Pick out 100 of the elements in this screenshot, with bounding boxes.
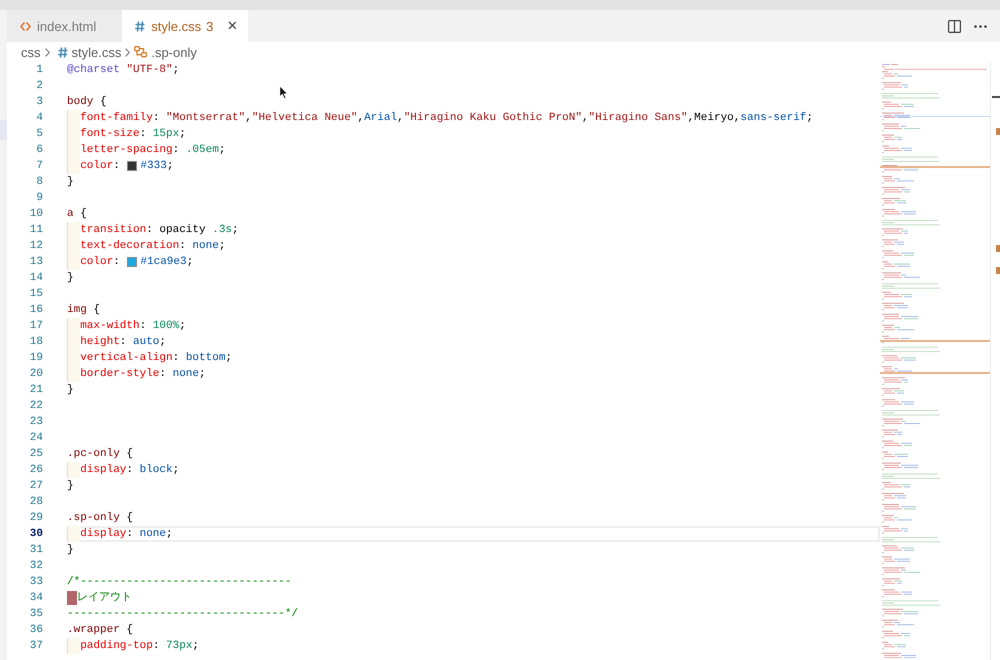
line-number: 20: [28, 367, 44, 382]
code-text: display: none;: [80, 527, 173, 542]
code-text: padding-top: 73px;: [80, 639, 200, 654]
split-editor-icon[interactable]: [948, 20, 961, 32]
indent-guide: [67, 366, 80, 382]
line-number: 2: [35, 79, 44, 94]
code-text: }: [67, 383, 74, 398]
line-number: 12: [28, 239, 44, 254]
code-text: レイアウト: [77, 590, 132, 606]
code-text: a {: [67, 207, 87, 222]
code-text: .pc-only {: [67, 447, 134, 462]
line-number: 33: [28, 575, 44, 590]
line-number: 4: [35, 111, 44, 126]
code-text: display: block;: [80, 463, 180, 478]
line-number: 25: [28, 447, 44, 462]
line-number: 30: [28, 527, 44, 542]
line-number: 1: [35, 63, 44, 78]
line-number: 37: [28, 639, 44, 654]
code-text: font-family: "Montserrat","Helvetica Neue",Arial,"Hiragino Kaku Gothic ProN","Hiragino Sans",Meiryo,sans-serif;: [80, 111, 814, 126]
code-text: letter-spacing: .05em;: [80, 143, 226, 158]
color-swatch-icon[interactable]: [127, 161, 138, 171]
code-text: border-style: none;: [80, 367, 206, 382]
position-marker-icon: [992, 96, 1000, 98]
code-text: body {: [67, 95, 107, 110]
code-text: transition: opacity .3s;: [80, 223, 239, 238]
hash-icon: [58, 46, 68, 58]
line-number: 6: [35, 143, 44, 158]
code-text: max-width: 100%;: [80, 319, 186, 334]
line-number: 28: [28, 495, 44, 510]
breadcrumb-item[interactable]: .sp-only: [151, 44, 197, 60]
tab[interactable]: index.html: [7, 10, 122, 42]
block-marker-icon: [67, 591, 77, 605]
hash-icon: [135, 20, 146, 32]
breadcrumb-item[interactable]: css: [21, 44, 40, 60]
line-number: 9: [35, 191, 44, 206]
indent-guide: [67, 110, 80, 126]
line-number: 35: [28, 607, 44, 622]
code-text: img {: [67, 303, 100, 318]
breadcrumb-item[interactable]: style.css: [72, 44, 122, 60]
chevron-right-icon: [125, 48, 130, 56]
code-text: vertical-align: bottom;: [80, 351, 232, 366]
line-number: 26: [28, 463, 44, 478]
line-number: 36: [28, 623, 44, 638]
line-number: 7: [35, 159, 44, 174]
code-text: }: [67, 175, 74, 190]
code-text: #1ca9e3;: [140, 255, 194, 270]
line-number: 5: [35, 127, 44, 142]
ruler-marker-icon: [996, 267, 1000, 274]
line-number: 16: [28, 303, 44, 318]
indent-guide: [67, 254, 80, 270]
line-number: 14: [28, 271, 44, 286]
ruler-marker-icon: [996, 245, 1000, 252]
problem-count: 3: [206, 18, 214, 34]
line-number: 19: [28, 351, 44, 366]
chevron-right-icon: [44, 48, 50, 56]
sidebar-item-highlight: [0, 120, 7, 140]
code-text: }: [67, 543, 74, 558]
line-number: 32: [28, 559, 44, 574]
line-number: 10: [28, 207, 44, 222]
code-text: #333;: [140, 159, 174, 174]
code-text: font-size: 15px;: [80, 127, 186, 142]
line-number: 11: [28, 223, 44, 238]
line-number: 27: [28, 479, 44, 494]
line-number: 8: [35, 175, 44, 190]
code-text: }: [67, 479, 74, 494]
indent-guide: [67, 158, 80, 174]
mouse-pointer-icon: [279, 85, 289, 100]
code-text: color:: [80, 159, 121, 174]
line-number: 13: [28, 255, 44, 270]
indent-guide: [67, 222, 80, 238]
code-text: height: auto;: [80, 335, 166, 350]
symbol-icon: [134, 46, 148, 58]
line-number: 18: [28, 335, 44, 350]
code-text: color:: [80, 255, 121, 270]
code-text: .sp-only {: [67, 511, 134, 526]
indent-guide: [67, 638, 80, 654]
indent-guide: [67, 318, 80, 334]
line-number: 3: [35, 95, 44, 110]
close-button[interactable]: ×: [225, 18, 240, 34]
code-text: ---------------------------------*/: [67, 607, 298, 622]
ruler-marker-icon: [996, 128, 1000, 135]
indent-guide: [67, 526, 80, 542]
code-brackets-icon: [20, 22, 31, 30]
line-number: 34: [28, 591, 44, 606]
line-number: 21: [28, 383, 44, 398]
tab[interactable]: style.css 3 ×: [122, 10, 248, 42]
code-text: .wrapper {: [67, 623, 134, 638]
line-number: 15: [28, 287, 44, 302]
line-number: 24: [28, 431, 44, 446]
more-icon[interactable]: [974, 24, 987, 28]
line-number: 22: [28, 399, 44, 414]
line-number: 29: [28, 511, 44, 526]
code-text: @charset "UTF-8";: [67, 63, 180, 78]
code-text: text-decoration: none;: [80, 239, 226, 254]
color-swatch-icon[interactable]: [127, 257, 138, 267]
indent-guide: [67, 462, 80, 478]
line-number: 17: [28, 319, 44, 334]
line-number: 23: [28, 415, 44, 430]
line-number: 31: [28, 543, 44, 558]
code-text: /*--------------------------------: [67, 575, 292, 590]
